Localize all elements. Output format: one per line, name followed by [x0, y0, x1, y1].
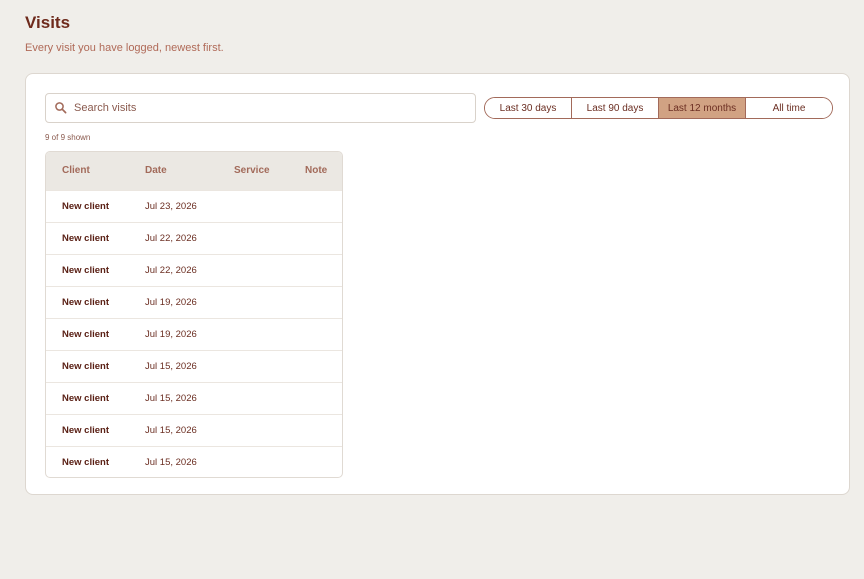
date-cell: Jul 23, 2026: [145, 200, 197, 212]
range-option-last-12-months[interactable]: Last 12 months: [658, 98, 745, 118]
date-cell: Jul 15, 2026: [145, 360, 197, 372]
service-cell: [218, 286, 289, 318]
service-cell: [218, 350, 289, 382]
table-row[interactable]: New client Jul 15, 2026: [46, 446, 342, 477]
note-cell: [289, 382, 342, 414]
range-option-last-30-days[interactable]: Last 30 days: [485, 98, 571, 118]
client-cell: New client: [62, 392, 109, 404]
range-option-last-90-days[interactable]: Last 90 days: [571, 98, 658, 118]
date-cell: Jul 15, 2026: [145, 392, 197, 404]
column-header-client[interactable]: Client: [46, 152, 129, 190]
page-subtitle: Every visit you have logged, newest firs…: [25, 42, 224, 54]
date-cell: Jul 22, 2026: [145, 264, 197, 276]
table-header-row: Client Date Service Note: [46, 152, 342, 190]
range-option-all-time[interactable]: All time: [745, 98, 832, 118]
result-count: 9 of 9 shown: [45, 133, 91, 142]
table-row[interactable]: New client Jul 19, 2026: [46, 318, 342, 350]
date-cell: Jul 19, 2026: [145, 328, 197, 340]
client-cell: New client: [62, 264, 109, 276]
service-cell: [218, 382, 289, 414]
table-row[interactable]: New client Jul 15, 2026: [46, 382, 342, 414]
table-row[interactable]: New client Jul 22, 2026: [46, 254, 342, 286]
date-cell: Jul 15, 2026: [145, 424, 197, 436]
search-icon: [54, 101, 68, 115]
note-cell: [289, 318, 342, 350]
search-box[interactable]: [45, 93, 476, 123]
column-header-note[interactable]: Note: [289, 152, 342, 190]
table-row[interactable]: New client Jul 23, 2026: [46, 190, 342, 222]
service-cell: [218, 222, 289, 254]
client-cell: New client: [62, 456, 109, 468]
note-cell: [289, 286, 342, 318]
client-cell: New client: [62, 328, 109, 340]
page-title: Visits: [25, 13, 71, 32]
note-cell: [289, 350, 342, 382]
column-header-service[interactable]: Service: [218, 152, 289, 190]
visits-table: Client Date Service Note New client Jul 2…: [45, 151, 343, 478]
note-cell: [289, 222, 342, 254]
client-cell: New client: [62, 232, 109, 244]
date-cell: Jul 22, 2026: [145, 232, 197, 244]
note-cell: [289, 254, 342, 286]
service-cell: [218, 254, 289, 286]
service-cell: [218, 414, 289, 446]
client-cell: New client: [62, 424, 109, 436]
service-cell: [218, 318, 289, 350]
table-row[interactable]: New client Jul 19, 2026: [46, 286, 342, 318]
date-cell: Jul 19, 2026: [145, 296, 197, 308]
client-cell: New client: [62, 200, 109, 212]
note-cell: [289, 190, 342, 222]
search-input[interactable]: [74, 98, 464, 118]
client-cell: New client: [62, 296, 109, 308]
column-header-date[interactable]: Date: [129, 152, 218, 190]
date-cell: Jul 15, 2026: [145, 456, 197, 468]
table-row[interactable]: New client Jul 15, 2026: [46, 414, 342, 446]
client-cell: New client: [62, 360, 109, 372]
date-range-filter: Last 30 days Last 90 days Last 12 months Al…: [484, 97, 833, 119]
service-cell: [218, 446, 289, 477]
service-cell: [218, 190, 289, 222]
visits-card: Last 30 daysLast 90 daysLast 12 monthsAl…: [25, 73, 850, 495]
table-row[interactable]: New client Jul 15, 2026: [46, 350, 342, 382]
table-row[interactable]: New client Jul 22, 2026: [46, 222, 342, 254]
note-cell: [289, 446, 342, 477]
note-cell: [289, 414, 342, 446]
